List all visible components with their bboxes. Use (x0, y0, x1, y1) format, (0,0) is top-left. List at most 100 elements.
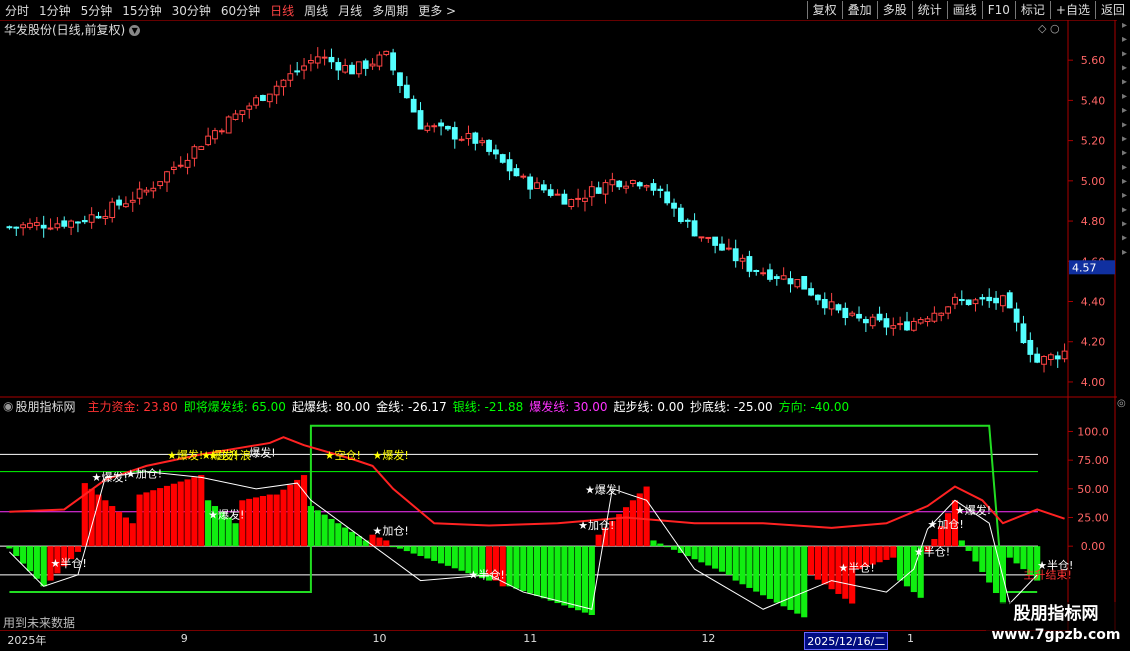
histogram-bar (314, 510, 321, 547)
histogram-bar (773, 546, 780, 603)
indicator-value-0: 主力资金: 23.80 (87, 399, 178, 414)
signal-label: ★爆发! (373, 448, 409, 462)
histogram-bar (6, 546, 13, 549)
price-tick-label: 5.00 (1081, 175, 1106, 188)
histogram-bar (650, 540, 657, 547)
candle-body (856, 313, 862, 319)
candle-body (815, 294, 821, 301)
histogram-bar (801, 546, 808, 618)
histogram-bar (568, 546, 575, 608)
candle-body (1041, 356, 1047, 365)
candle-body (732, 248, 739, 262)
histogram-bar (13, 546, 20, 557)
stock-title[interactable]: 华发股份(日线,前复权) ▼ (4, 21, 141, 38)
histogram-bar (533, 546, 541, 596)
signal-label: ★爆发! (208, 508, 244, 522)
histogram-bar (328, 518, 335, 547)
candlestick-series (6, 47, 1068, 373)
candle-body (239, 110, 246, 115)
candle-body (212, 130, 218, 140)
candle-body (616, 180, 623, 188)
histogram-bar (431, 546, 438, 561)
candle-body (499, 154, 506, 163)
signal-label: ★加仓! (578, 518, 614, 532)
histogram-bar (266, 494, 273, 547)
histogram-bar (664, 546, 671, 548)
candle-body (1013, 308, 1020, 323)
candle-body (993, 297, 999, 304)
candle-body (492, 149, 499, 155)
candle-body (13, 226, 20, 229)
signal-label: ★主升浪 (208, 448, 251, 462)
histogram-bar (390, 546, 397, 548)
candle-body (945, 306, 951, 314)
histogram-bar (40, 546, 47, 587)
candle-body (369, 63, 376, 67)
candle-body (1034, 353, 1041, 363)
histogram-bar (300, 475, 308, 547)
histogram-bar (554, 546, 561, 604)
indicator-tick-label: 25.00 (1077, 512, 1109, 525)
candle-body (355, 61, 362, 75)
future-data-note: 用到未来数据 (3, 616, 76, 630)
candle-body (362, 60, 369, 69)
candle-body (808, 288, 814, 296)
candle-body (794, 279, 801, 288)
histogram-bar (246, 498, 253, 547)
histogram-bar (890, 546, 897, 558)
candle-body (20, 224, 27, 229)
histogram-bar (115, 511, 123, 547)
histogram-bar (253, 497, 260, 547)
indicator-name[interactable]: 股朋指标网 (15, 398, 75, 415)
histogram-bar (383, 540, 390, 547)
indicator-settings-icon[interactable]: ◉ (3, 399, 13, 413)
histogram-bar (424, 546, 431, 559)
stock-title-text: 华发股份(日线,前复权) (4, 23, 126, 37)
histogram-bar (102, 500, 109, 547)
histogram-bar (657, 543, 664, 547)
candle-body (582, 197, 588, 202)
candle-body (979, 297, 986, 300)
chart-canvas[interactable]: 5.605.405.205.004.804.604.404.204.004.57… (0, 0, 1130, 650)
histogram-bar (335, 523, 342, 547)
histogram-bar (33, 546, 40, 579)
histogram-bar (273, 494, 280, 547)
candle-body (164, 171, 170, 183)
candle-body (1006, 292, 1013, 309)
histogram-bar (581, 546, 589, 613)
histogram-bar (26, 546, 34, 572)
candle-body (68, 220, 74, 228)
histogram-bar (986, 546, 993, 583)
candle-body (109, 201, 116, 219)
candle-body (506, 159, 513, 172)
indicator-tick-label: 50.00 (1077, 483, 1109, 496)
signal-label: ★加仓! (126, 466, 162, 480)
candle-body (609, 179, 616, 186)
price-tick-label: 4.40 (1081, 296, 1106, 309)
histogram-bar (561, 546, 568, 606)
signal-label: ★半仓! (51, 556, 87, 570)
indicator-value-2: 起爆线: 80.00 (291, 399, 371, 414)
candle-body (780, 275, 787, 280)
histogram-bar (321, 514, 328, 547)
histogram-bar (506, 546, 513, 587)
indicator-value-8: 方向: -40.00 (778, 399, 850, 414)
indicator-side-icons[interactable]: ◎ (1117, 398, 1130, 428)
histogram-bar (972, 546, 979, 562)
histogram-bar (232, 523, 239, 547)
candle-body (958, 299, 965, 302)
kline-window-icons[interactable]: ◇ ○ (1038, 22, 1060, 35)
candle-body (869, 316, 876, 327)
candle-body (698, 236, 705, 239)
price-tick-label: 5.40 (1081, 94, 1106, 107)
candle-body (684, 219, 691, 222)
chevron-down-icon[interactable]: ▼ (129, 25, 141, 36)
histogram-bar (807, 546, 815, 575)
candle-body (623, 185, 629, 189)
indicator-value-3: 金线: -26.17 (376, 399, 447, 414)
candle-body (438, 122, 444, 127)
candle-body (931, 312, 938, 322)
side-tab-strip[interactable]: ▸ ▸ ▸ ▸ ▸ ▸ ▸ ▸ ▸ ▸ ▸ ▸ ▸ ▸ ▸ ▸ ▸ (1117, 20, 1130, 398)
histogram-bar (451, 546, 458, 569)
candle-body (760, 272, 767, 275)
